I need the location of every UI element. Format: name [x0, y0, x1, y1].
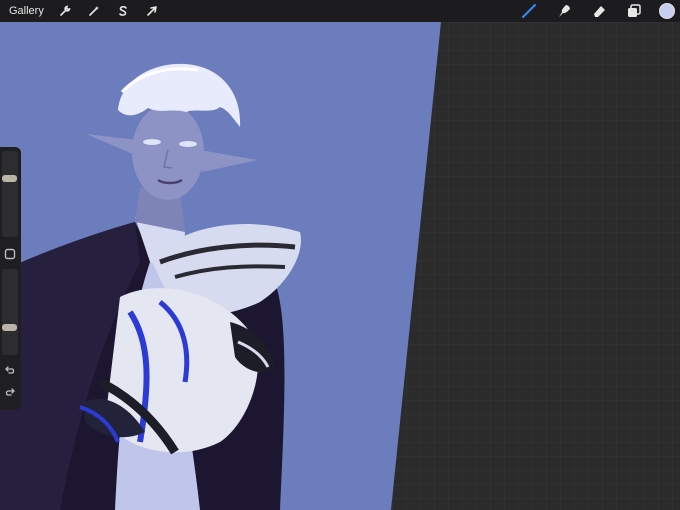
brush-size-slider[interactable] [2, 151, 18, 237]
undo-icon[interactable] [3, 363, 17, 377]
magic-wand-icon[interactable] [85, 2, 103, 20]
selection-s-icon[interactable] [114, 2, 132, 20]
painting-tools [504, 0, 680, 22]
color-picker-swatch[interactable] [659, 3, 675, 19]
opacity-slider[interactable] [2, 269, 18, 355]
gallery-button[interactable]: Gallery [9, 5, 44, 17]
layers-icon[interactable] [624, 1, 644, 21]
redo-icon[interactable] [3, 385, 17, 399]
opacity-thumb[interactable] [2, 324, 17, 332]
left-sidebar [0, 147, 21, 410]
move-arrow-icon[interactable] [143, 2, 161, 20]
brush-size-thumb[interactable] [2, 174, 17, 182]
canvas-svg[interactable] [0, 22, 680, 510]
brush-icon[interactable] [519, 1, 539, 21]
canvas-area[interactable] [0, 22, 680, 510]
smudge-icon[interactable] [554, 1, 574, 21]
top-toolbar: Gallery [0, 0, 680, 22]
modifier-square-icon[interactable] [3, 247, 17, 261]
wrench-icon[interactable] [56, 2, 74, 20]
eraser-icon[interactable] [589, 1, 609, 21]
